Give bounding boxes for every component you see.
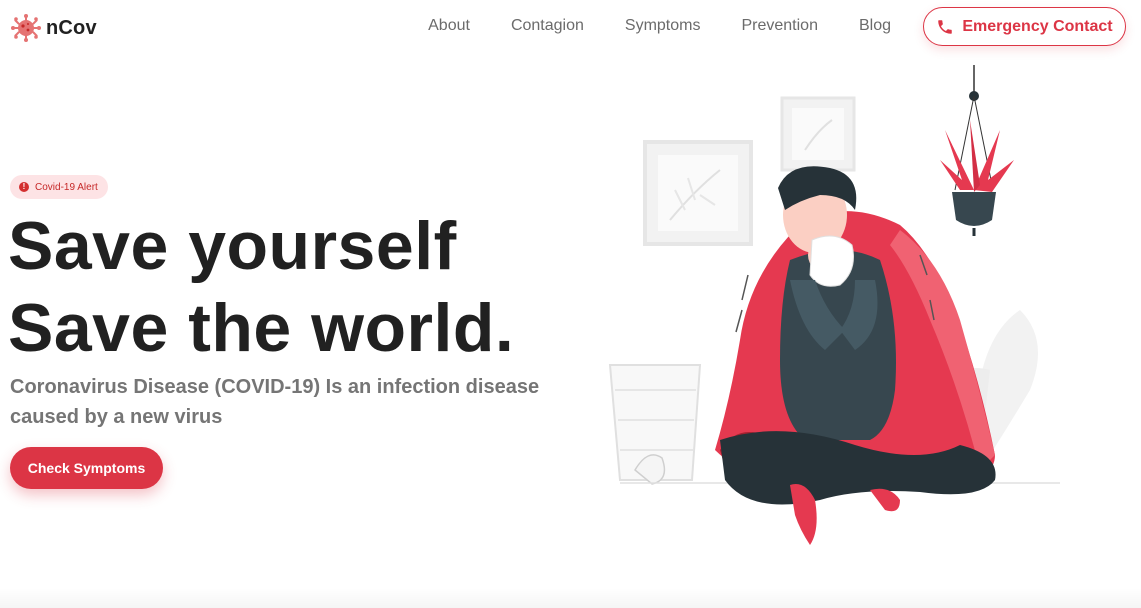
picture-frame-large — [643, 140, 753, 246]
brand-name: nCov — [46, 16, 97, 39]
brand-logo[interactable]: nCov — [10, 14, 97, 42]
badge-label: Covid-19 Alert — [35, 181, 98, 193]
check-symptoms-button[interactable]: Check Symptoms — [10, 447, 163, 489]
headline-line-2: Save the world. — [8, 290, 515, 366]
headline-line-1: Save yourself — [8, 208, 457, 284]
emergency-contact-label: Emergency Contact — [962, 17, 1113, 35]
section-divider — [0, 588, 1141, 608]
nav-links: About Contagion Symptoms Prevention Blog — [428, 17, 891, 35]
alert-icon: ! — [19, 182, 29, 192]
sick-person — [715, 166, 996, 545]
phone-icon — [938, 19, 953, 34]
hanging-plant — [940, 65, 1014, 236]
nav-link-contagion[interactable]: Contagion — [511, 17, 584, 35]
top-navbar: nCov About Contagion Symptoms Prevention… — [0, 0, 1141, 54]
nav-link-symptoms[interactable]: Symptoms — [625, 17, 701, 35]
hero-subtext: Coronavirus Disease (COVID-19) Is an inf… — [10, 376, 540, 428]
hero-headline: Save yourself Save the world. — [8, 205, 514, 369]
emergency-contact-button[interactable]: Emergency Contact — [923, 7, 1126, 46]
waste-basket — [608, 364, 702, 485]
nav-link-prevention[interactable]: Prevention — [741, 17, 818, 35]
virus-icon — [11, 14, 41, 42]
sick-person-illustration — [608, 65, 1060, 545]
nav-link-about[interactable]: About — [428, 17, 470, 35]
picture-frame-small — [780, 96, 856, 172]
nav-link-blog[interactable]: Blog — [859, 17, 891, 35]
covid-alert-badge: ! Covid-19 Alert — [10, 175, 108, 199]
